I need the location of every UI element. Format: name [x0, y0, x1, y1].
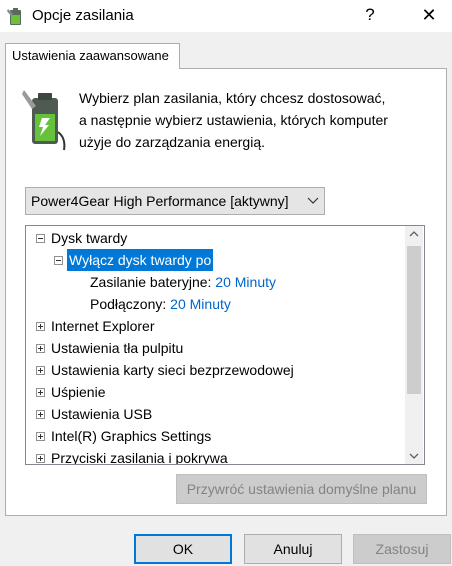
description-line: a następnie wybierz ustawienia, których … — [79, 112, 388, 128]
expand-icon[interactable] — [36, 410, 45, 419]
ok-button[interactable]: OK — [134, 534, 232, 564]
tree-item-label: Przyciski zasilania i pokrywa — [51, 450, 228, 465]
expand-icon[interactable] — [36, 322, 45, 331]
expand-icon[interactable] — [36, 344, 45, 353]
setting-label: Podłączony: — [90, 296, 167, 312]
setting-value-link[interactable]: 20 Minuty — [170, 296, 231, 312]
tree-item-label: Dysk twardy — [51, 230, 128, 246]
scroll-down-arrow-icon[interactable] — [405, 447, 423, 464]
power-options-icon — [7, 8, 21, 25]
power-plan-select[interactable]: Power4Gear High Performance [aktywny] — [25, 187, 325, 215]
power-plan-value: Power4Gear High Performance [aktywny] — [31, 193, 289, 209]
collapse-icon[interactable] — [54, 256, 63, 265]
battery-plug-icon — [22, 90, 66, 151]
restore-defaults-button[interactable]: Przywróć ustawienia domyślne planu — [176, 474, 427, 504]
tree-item-podlaczony[interactable]: Podłączony: 20 Minuty — [90, 293, 231, 315]
tree-scrollbar[interactable] — [405, 226, 423, 464]
scrollbar-thumb[interactable] — [407, 246, 421, 394]
description-text: Wybierz plan zasilania, który chcesz dos… — [79, 87, 439, 153]
expand-icon[interactable] — [36, 366, 45, 375]
expand-icon[interactable] — [36, 388, 45, 397]
setting-value-link[interactable]: 20 Minuty — [215, 274, 276, 290]
tree-item-label: Intel(R) Graphics Settings — [51, 428, 212, 444]
tree-item-label: Ustawienia USB — [51, 406, 153, 422]
tree-item-zasilanie-bateryjne[interactable]: Zasilanie bateryjne: 20 Minuty — [90, 271, 276, 293]
close-button[interactable]: ✕ — [414, 2, 444, 28]
tree-item-label: Ustawienia tła pulpitu — [51, 340, 184, 356]
tree-item-label: Ustawienia karty sieci bezprzewodowej — [51, 362, 294, 378]
collapse-icon[interactable] — [36, 234, 45, 243]
tree-item-label-selected: Wyłącz dysk twardy po — [67, 249, 214, 271]
description-line: użyje do zarządzania energią. — [79, 134, 266, 150]
cancel-button[interactable]: Anuluj — [244, 534, 342, 564]
expand-icon[interactable] — [36, 432, 45, 441]
setting-label: Zasilanie bateryjne: — [90, 274, 212, 290]
help-button[interactable]: ? — [356, 2, 384, 28]
description-line: Wybierz plan zasilania, który chcesz dos… — [79, 90, 386, 106]
chevron-down-icon — [307, 197, 319, 204]
settings-tree[interactable]: Dysk twardy Wyłącz dysk twardy po Zasila… — [25, 225, 425, 465]
tree-item-label: Uśpienie — [51, 384, 106, 400]
title-bar: Opcje zasilania ? ✕ — [0, 0, 452, 32]
window-title: Opcje zasilania — [32, 7, 134, 24]
apply-button[interactable]: Zastosuj — [353, 534, 451, 564]
scroll-up-arrow-icon[interactable] — [405, 226, 423, 243]
tab-advanced-settings[interactable]: Ustawienia zaawansowane — [5, 43, 180, 69]
tab-label: Ustawienia zaawansowane — [12, 48, 169, 63]
tree-item-label: Internet Explorer — [51, 318, 155, 334]
expand-icon[interactable] — [36, 454, 45, 463]
